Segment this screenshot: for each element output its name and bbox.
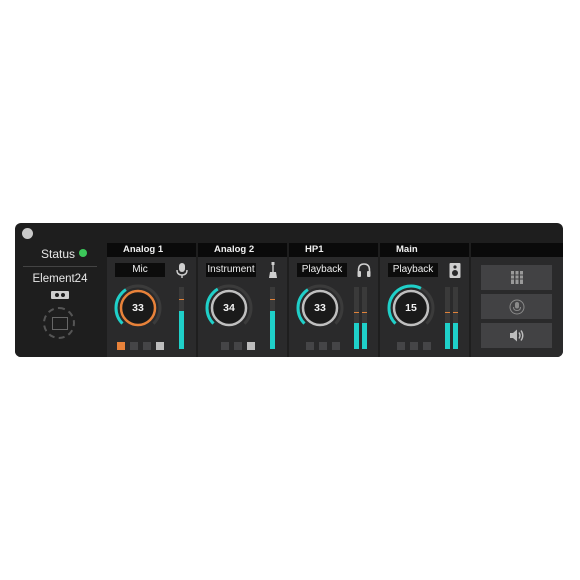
option-toggle-active[interactable]	[117, 342, 125, 350]
output-source-button[interactable]: Playback	[297, 263, 347, 277]
knob-value: 33	[314, 302, 326, 314]
option-toggle[interactable]	[247, 342, 255, 350]
levels-button[interactable]	[481, 265, 552, 290]
channel-header: Analog 2	[198, 243, 287, 257]
option-toggle[interactable]	[319, 342, 327, 350]
status-indicator: Status	[41, 247, 88, 261]
divider	[23, 266, 97, 267]
status-label: Status	[41, 247, 76, 261]
option-toggle[interactable]	[156, 342, 164, 350]
level-meter-right	[453, 287, 458, 349]
level-meter-right	[362, 287, 367, 349]
close-button[interactable]	[22, 228, 33, 239]
gain-knob[interactable]: 34	[204, 283, 254, 333]
volume-knob[interactable]: 15	[386, 283, 436, 333]
status-dot	[79, 249, 88, 257]
input-mode-button[interactable]: Instrument	[206, 263, 256, 277]
level-meter-left	[445, 287, 450, 349]
level-meter	[270, 287, 275, 349]
option-toggle[interactable]	[234, 342, 242, 350]
channel-header: Main	[380, 243, 469, 257]
option-toggle[interactable]	[332, 342, 340, 350]
option-toggle[interactable]	[306, 342, 314, 350]
microphone-icon[interactable]	[175, 262, 189, 279]
input-mode-button[interactable]: Mic	[115, 263, 165, 277]
output-source-button[interactable]: Playback	[388, 263, 438, 277]
guitar-icon[interactable]	[266, 262, 280, 279]
channel-title: Analog 1	[123, 244, 164, 255]
microphone-icon	[509, 299, 525, 315]
device-panel: Status Element24	[15, 243, 105, 357]
panel-header	[471, 243, 563, 257]
channel-analog-2: Analog 2 Instrument 34	[198, 243, 287, 357]
option-toggle[interactable]	[410, 342, 418, 350]
speaker-volume-icon	[510, 329, 524, 342]
option-toggle[interactable]	[423, 342, 431, 350]
device-link-icon	[51, 291, 69, 299]
channel-title: HP1	[305, 244, 324, 255]
option-toggle[interactable]	[130, 342, 138, 350]
channel-title: Analog 2	[214, 244, 255, 255]
talkback-button[interactable]	[481, 294, 552, 319]
volume-knob[interactable]: 33	[295, 283, 345, 333]
speaker-icon[interactable]	[448, 262, 462, 279]
channel-analog-1: Analog 1 Mic 33	[107, 243, 196, 357]
channel-main: Main Playback 15	[380, 243, 469, 357]
headphones-icon[interactable]	[357, 262, 371, 279]
channel-hp1: HP1 Playback 33	[289, 243, 378, 357]
option-toggle[interactable]	[397, 342, 405, 350]
level-meter-left	[354, 287, 359, 349]
levels-meter-icon	[511, 271, 523, 284]
knob-value: 34	[223, 302, 235, 314]
knob-value: 33	[132, 302, 144, 314]
device-name: Element24	[32, 273, 88, 285]
channel-header: Analog 1	[107, 243, 196, 257]
quick-actions-panel	[471, 243, 563, 357]
speaker-button[interactable]	[481, 323, 552, 348]
option-toggle[interactable]	[221, 342, 229, 350]
channel-header: HP1	[289, 243, 378, 257]
sync-device-icon[interactable]	[43, 307, 75, 339]
channel-title: Main	[396, 244, 418, 255]
app-window: Status Element24 Analog 1 Mic 33 Analog …	[15, 223, 563, 357]
knob-value: 15	[405, 302, 417, 314]
option-toggle[interactable]	[143, 342, 151, 350]
level-meter	[179, 287, 184, 349]
gain-knob[interactable]: 33	[113, 283, 163, 333]
